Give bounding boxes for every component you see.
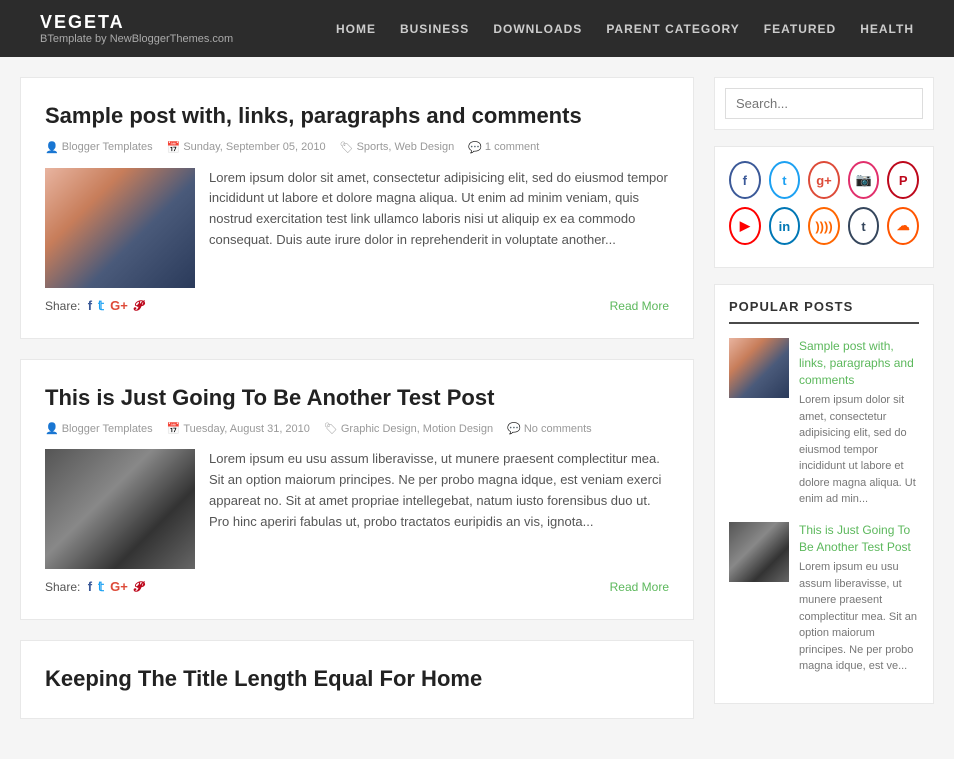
post-date-1: 📅 Sunday, September 05, 2010 — [167, 141, 326, 154]
search-input[interactable] — [725, 88, 923, 119]
main-content: Sample post with, links, paragraphs and … — [20, 77, 694, 739]
search-box — [714, 77, 934, 130]
calendar-icon: 📅 — [167, 141, 181, 154]
user-icon-2: 👤 — [45, 422, 59, 435]
nav-business[interactable]: BUSINESS — [400, 22, 469, 36]
post-comments-1: 💬 1 comment — [468, 141, 539, 154]
post-body-1: Lorem ipsum dolor sit amet, consectetur … — [45, 168, 669, 288]
popular-posts-title: POPULAR POSTS — [729, 299, 919, 324]
post-title-1[interactable]: Sample post with, links, paragraphs and … — [45, 102, 669, 131]
read-more-1[interactable]: Read More — [610, 299, 669, 313]
post-title-2[interactable]: This is Just Going To Be Another Test Po… — [45, 384, 669, 413]
post-tags-2: 🏷 Graphic Design, Motion Design — [324, 422, 493, 435]
popular-title-1[interactable]: Sample post with, links, paragraphs and … — [799, 338, 919, 388]
main-nav: HOME BUSINESS DOWNLOADS PARENT CATEGORY … — [336, 22, 914, 36]
post-author-2: 👤 Blogger Templates — [45, 422, 153, 435]
post-tags-1: 🏷 Sports, Web Design — [340, 141, 455, 154]
social-rss[interactable]: )))) — [808, 207, 840, 245]
post-meta-1: 👤 Blogger Templates 📅 Sunday, September … — [45, 141, 669, 154]
tag-icon-2: 🏷 — [324, 422, 338, 435]
nav-featured[interactable]: FEATURED — [764, 22, 836, 36]
share-facebook-1[interactable]: f — [88, 298, 92, 314]
social-soundcloud[interactable]: ☁ — [887, 207, 919, 245]
popular-info-2: This is Just Going To Be Another Test Po… — [799, 522, 919, 675]
post-comments-2: 💬 No comments — [507, 422, 592, 435]
share-facebook-2[interactable]: f — [88, 579, 92, 595]
share-icons-2: f 𝕥 G+ 𝓟 — [88, 579, 144, 595]
comment-icon-2: 💬 — [507, 422, 521, 435]
post-card-1: Sample post with, links, paragraphs and … — [20, 77, 694, 339]
post-meta-2: 👤 Blogger Templates 📅 Tuesday, August 31… — [45, 422, 669, 435]
comment-icon: 💬 — [468, 141, 482, 154]
post-excerpt-2: Lorem ipsum eu usu assum liberavisse, ut… — [209, 449, 669, 569]
popular-thumb-1 — [729, 338, 789, 398]
tag-icon: 🏷 — [340, 141, 354, 154]
share-googleplus-2[interactable]: G+ — [110, 579, 128, 595]
site-subtitle: BTemplate by NewBloggerThemes.com — [40, 33, 233, 45]
social-instagram[interactable]: 📷 — [848, 161, 880, 199]
popular-item-1: Sample post with, links, paragraphs and … — [729, 338, 919, 508]
post-card-2: This is Just Going To Be Another Test Po… — [20, 359, 694, 621]
read-more-2[interactable]: Read More — [610, 580, 669, 594]
social-googleplus[interactable]: g+ — [808, 161, 840, 199]
post-footer-2: Share: f 𝕥 G+ 𝓟 Read More — [45, 579, 669, 595]
post-card-3: Keeping The Title Length Equal For Home — [20, 640, 694, 719]
share-pinterest-1[interactable]: 𝓟 — [134, 298, 143, 314]
post-author-1: 👤 Blogger Templates — [45, 141, 153, 154]
share-googleplus-1[interactable]: G+ — [110, 298, 128, 314]
brand: VEGETA BTemplate by NewBloggerThemes.com — [40, 12, 233, 45]
popular-title-2[interactable]: This is Just Going To Be Another Test Po… — [799, 522, 919, 556]
post-date-2: 📅 Tuesday, August 31, 2010 — [167, 422, 310, 435]
social-row-2: ▶ in )))) t ☁ — [729, 207, 919, 245]
sidebar: f t g+ 📷 P ▶ in )))) t ☁ POPULAR POSTS S… — [714, 77, 934, 739]
post-title-3[interactable]: Keeping The Title Length Equal For Home — [45, 665, 669, 694]
popular-thumb-2 — [729, 522, 789, 582]
post-share-1: Share: f 𝕥 G+ 𝓟 — [45, 298, 143, 314]
share-twitter-2[interactable]: 𝕥 — [98, 579, 104, 595]
share-icons-1: f 𝕥 G+ 𝓟 — [88, 298, 144, 314]
popular-excerpt-1: Lorem ipsum dolor sit amet, consectetur … — [799, 392, 919, 508]
popular-item-2: This is Just Going To Be Another Test Po… — [729, 522, 919, 675]
popular-excerpt-2: Lorem ipsum eu usu assum liberavisse, ut… — [799, 559, 919, 675]
social-youtube[interactable]: ▶ — [729, 207, 761, 245]
post-share-2: Share: f 𝕥 G+ 𝓟 — [45, 579, 143, 595]
post-footer-1: Share: f 𝕥 G+ 𝓟 Read More — [45, 298, 669, 314]
popular-info-1: Sample post with, links, paragraphs and … — [799, 338, 919, 508]
social-linkedin[interactable]: in — [769, 207, 801, 245]
post-body-2: Lorem ipsum eu usu assum liberavisse, ut… — [45, 449, 669, 569]
post-thumbnail-2 — [45, 449, 195, 569]
header: VEGETA BTemplate by NewBloggerThemes.com… — [0, 0, 954, 57]
calendar-icon-2: 📅 — [167, 422, 181, 435]
popular-posts-section: POPULAR POSTS Sample post with, links, p… — [714, 284, 934, 704]
nav-parent-category[interactable]: PARENT CATEGORY — [606, 22, 739, 36]
social-tumblr[interactable]: t — [848, 207, 880, 245]
social-twitter[interactable]: t — [769, 161, 801, 199]
post-thumbnail-1 — [45, 168, 195, 288]
post-excerpt-1: Lorem ipsum dolor sit amet, consectetur … — [209, 168, 669, 288]
share-twitter-1[interactable]: 𝕥 — [98, 298, 104, 314]
share-pinterest-2[interactable]: 𝓟 — [134, 579, 143, 595]
nav-health[interactable]: HEALTH — [860, 22, 914, 36]
nav-home[interactable]: HOME — [336, 22, 376, 36]
social-grid: f t g+ 📷 P ▶ in )))) t ☁ — [714, 146, 934, 268]
social-pinterest[interactable]: P — [887, 161, 919, 199]
nav-downloads[interactable]: DOWNLOADS — [493, 22, 582, 36]
social-facebook[interactable]: f — [729, 161, 761, 199]
social-row-1: f t g+ 📷 P — [729, 161, 919, 199]
user-icon: 👤 — [45, 141, 59, 154]
site-title: VEGETA — [40, 12, 233, 33]
